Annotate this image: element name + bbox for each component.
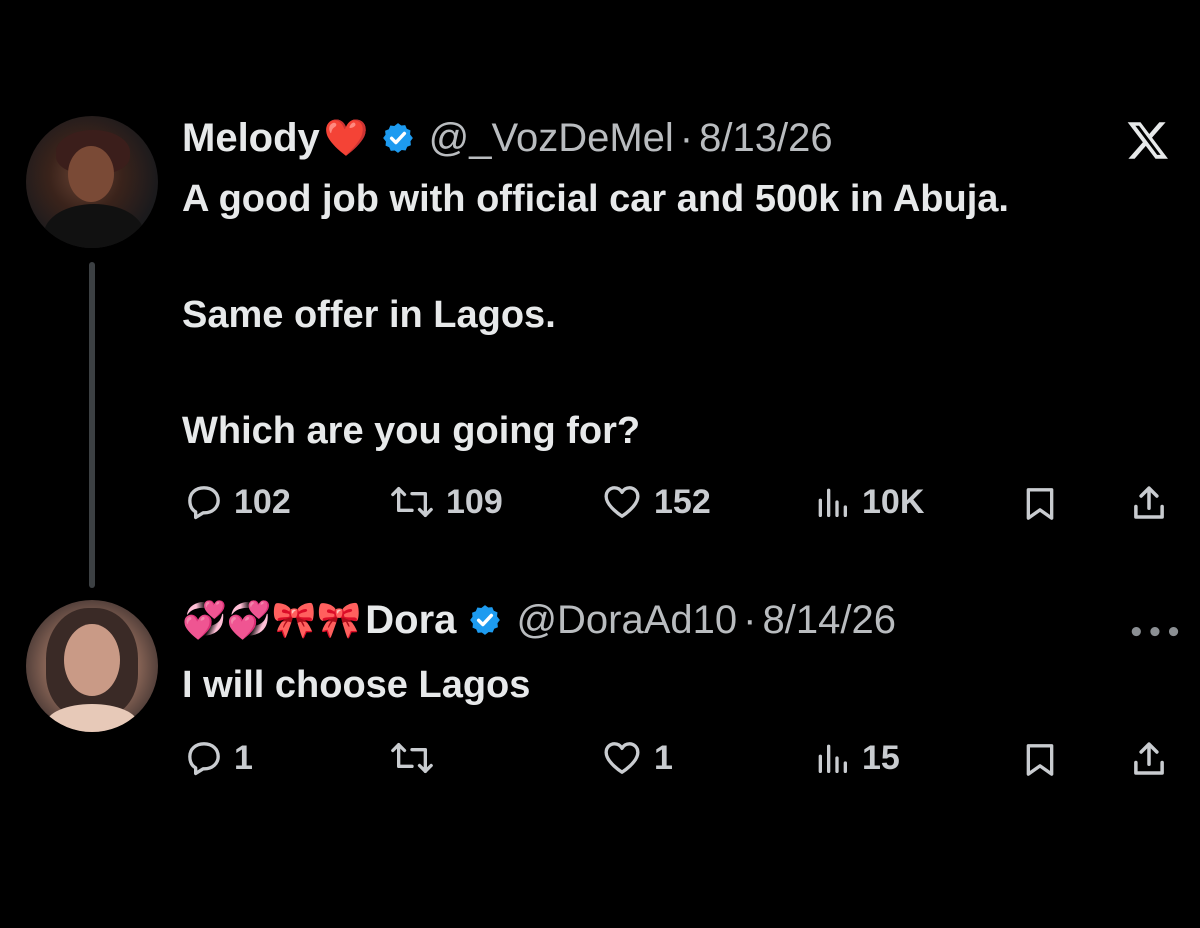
views-icon (818, 744, 847, 773)
verified-badge-icon (382, 123, 413, 153)
heart-icon (604, 742, 640, 774)
verified-badge-icon (470, 605, 501, 635)
separator-dot: · (679, 116, 694, 160)
views-button[interactable]: 15 (812, 738, 900, 778)
author-name[interactable]: Melody (182, 114, 320, 162)
like-count: 152 (654, 482, 711, 521)
tweet-text-line: Which are you going for? (182, 410, 641, 452)
reply-count: 1 (234, 738, 253, 777)
name-emojis: 💞💞🎀🎀 (182, 599, 362, 640)
views-count: 10K (862, 482, 925, 521)
tweet-date[interactable]: 8/13/26 (699, 114, 832, 162)
tweet-text-line: Same offer in Lagos. (182, 294, 556, 336)
tweet-header: Melody ❤️ @_VozDeMel · 8/13/26 (182, 114, 833, 162)
x-logo-icon (1127, 122, 1168, 159)
repost-count: 109 (446, 482, 503, 521)
repost-icon (391, 487, 433, 517)
share-icon[interactable] (1128, 482, 1170, 524)
views-count: 15 (862, 738, 900, 777)
reply-text-line: I will choose Lagos (182, 664, 531, 706)
bookmark-icon[interactable] (1020, 484, 1060, 524)
heart-emoji: ❤️ (323, 117, 369, 158)
repost-button[interactable]: 109 (388, 482, 503, 522)
reply-icon (188, 486, 220, 520)
reply-count: 102 (234, 482, 291, 521)
bookmark-icon[interactable] (1020, 740, 1060, 780)
like-count: 1 (654, 738, 673, 777)
author-handle[interactable]: @_VozDeMel (429, 114, 674, 162)
author-name[interactable]: Dora (365, 596, 456, 644)
author-handle[interactable]: @DoraAd10 (516, 596, 737, 644)
avatar-dora[interactable] (26, 600, 158, 732)
thread-line (89, 262, 95, 588)
views-button[interactable]: 10K (812, 482, 924, 522)
repost-button[interactable] (388, 738, 446, 778)
heart-icon (604, 486, 640, 518)
reply-button[interactable]: 102 (184, 482, 291, 522)
avatar-melody[interactable] (26, 116, 158, 248)
reply-button[interactable]: 1 (184, 738, 253, 778)
more-icon[interactable]: ••• (1128, 618, 1184, 648)
separator-dot: · (743, 598, 757, 642)
tweet-text-line: A good job with official car and 500k in… (182, 178, 1009, 220)
share-icon[interactable] (1128, 738, 1170, 780)
reply-header: 💞💞🎀🎀 Dora @DoraAd10 · 8/14/26 (182, 596, 896, 644)
views-icon (818, 488, 847, 517)
like-button[interactable]: 152 (600, 482, 711, 522)
like-button[interactable]: 1 (600, 738, 673, 778)
reply-date[interactable]: 8/14/26 (763, 596, 896, 644)
reply-icon (188, 742, 220, 776)
repost-icon (391, 743, 433, 773)
